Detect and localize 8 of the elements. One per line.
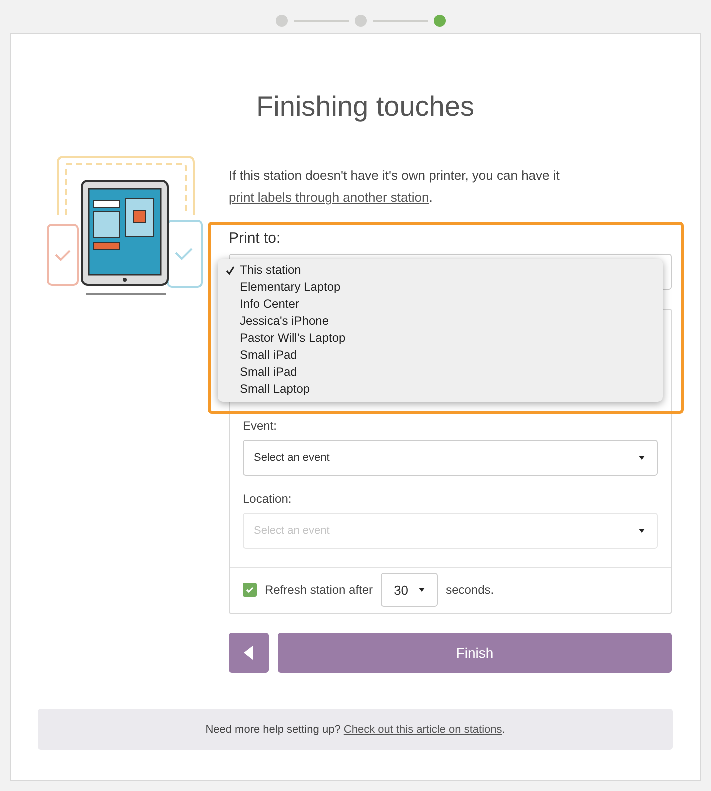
help-text: Need more help setting up? Check out this article on stations. [206, 724, 506, 736]
refresh-label: Refresh station after [265, 583, 374, 597]
location-label: Location: [243, 491, 293, 507]
page-title: Finishing touches [256, 90, 476, 124]
print-to-label: Print to: [229, 229, 282, 249]
event-label: Event: [243, 418, 278, 434]
intro-text: If this station doesn't have it's own printer, you can have it print labels through another station. [229, 167, 561, 207]
seconds-label: seconds. [446, 583, 494, 597]
